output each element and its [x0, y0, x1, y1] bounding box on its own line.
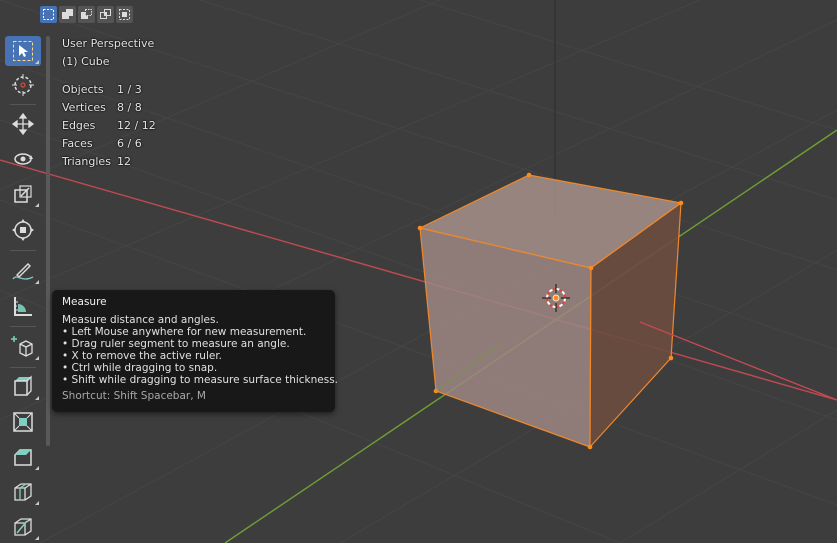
stat-value: 12 / 12: [117, 119, 156, 132]
viewport-info: User Perspective (1) Cube: [62, 35, 154, 71]
tooltip-line: Measure distance and angles.: [62, 314, 219, 326]
stat-label: Faces: [62, 137, 93, 150]
select-intersect-icon[interactable]: [97, 6, 114, 23]
cube-mesh[interactable]: [417, 172, 684, 450]
stat-label: Edges: [62, 119, 96, 132]
cursor-tool[interactable]: [5, 70, 41, 100]
tool-shelf: [2, 34, 44, 543]
tooltip-line: • Drag ruler segment to measure an angle…: [62, 338, 290, 350]
bevel-icon: [14, 449, 32, 466]
extrude-tool[interactable]: [5, 372, 41, 402]
select-box-tool[interactable]: [5, 36, 41, 66]
knife-tool[interactable]: [5, 512, 41, 542]
active-object-label: (1) Cube: [62, 55, 110, 68]
tooltip-line: • X to remove the active ruler.: [62, 350, 223, 362]
tooltip-line: • Left Mouse anywhere for new measuremen…: [62, 326, 307, 338]
toolbar-separator: [10, 367, 36, 368]
select-invert-icon[interactable]: [116, 6, 133, 23]
tooltip-line: • Ctrl while dragging to snap.: [62, 362, 218, 374]
measure-tool[interactable]: [5, 291, 41, 321]
add-cube-icon: [11, 336, 33, 357]
x-axis-over-cube: [639, 321, 837, 401]
stat-value: 1 / 3: [117, 83, 142, 96]
select-subtract-icon[interactable]: [78, 6, 95, 23]
stat-label: Vertices: [62, 101, 106, 114]
inset-tool[interactable]: [5, 407, 41, 437]
cursor-icon: [13, 41, 33, 61]
transform-icon: [12, 219, 34, 241]
3d-cursor-tool-icon: [12, 74, 34, 96]
measure-tooltip: Measure Measure distance and angles. • L…: [52, 290, 339, 412]
stat-row: Objects 1 / 3: [62, 81, 156, 99]
loop-cut-tool[interactable]: [5, 477, 41, 507]
ruler-icon: [14, 297, 32, 316]
rotate-icon: [14, 153, 33, 165]
move-arrows-icon: [11, 112, 35, 136]
bevel-tool[interactable]: [5, 442, 41, 472]
toolbar-scrollbar[interactable]: [46, 36, 50, 446]
loop-cut-icon: [14, 483, 32, 501]
toolbar-separator: [10, 250, 36, 251]
tooltip-title: Measure: [62, 296, 107, 308]
origin-point: [552, 294, 560, 302]
stat-label: Objects: [62, 83, 104, 96]
tooltip-shortcut: Shortcut: Shift Spacebar, M: [62, 390, 206, 402]
transform-tool[interactable]: [5, 215, 41, 245]
add-cube-tool[interactable]: [5, 332, 41, 362]
stat-row: Vertices 8 / 8: [62, 99, 156, 117]
knife-icon: [14, 518, 32, 536]
stat-value: 12: [117, 155, 131, 168]
inset-icon: [13, 412, 33, 432]
toolbar-separator: [10, 104, 36, 105]
stat-row: Triangles 12: [62, 153, 156, 171]
stat-row: Edges 12 / 12: [62, 117, 156, 135]
select-new-icon[interactable]: [40, 6, 57, 23]
stat-value: 8 / 8: [117, 101, 142, 114]
stat-label: Triangles: [62, 155, 111, 168]
extrude-icon: [14, 375, 32, 396]
select-extend-icon[interactable]: [59, 6, 76, 23]
tooltip-line: • Shift while dragging to measure surfac…: [62, 374, 339, 386]
pencil-icon: [12, 263, 34, 280]
perspective-label: User Perspective: [62, 37, 155, 50]
rotate-tool[interactable]: [5, 144, 41, 174]
toolbar-separator: [10, 326, 36, 327]
move-tool[interactable]: [5, 109, 41, 139]
stat-value: 6 / 6: [117, 137, 142, 150]
scene-statistics: Objects 1 / 3 Vertices 8 / 8 Edges 12 / …: [62, 81, 156, 171]
scale-tool[interactable]: [5, 179, 41, 209]
annotate-tool[interactable]: [5, 256, 41, 286]
selection-mode-group: [40, 6, 133, 23]
scale-icon: [14, 185, 32, 203]
stat-row: Faces 6 / 6: [62, 135, 156, 153]
